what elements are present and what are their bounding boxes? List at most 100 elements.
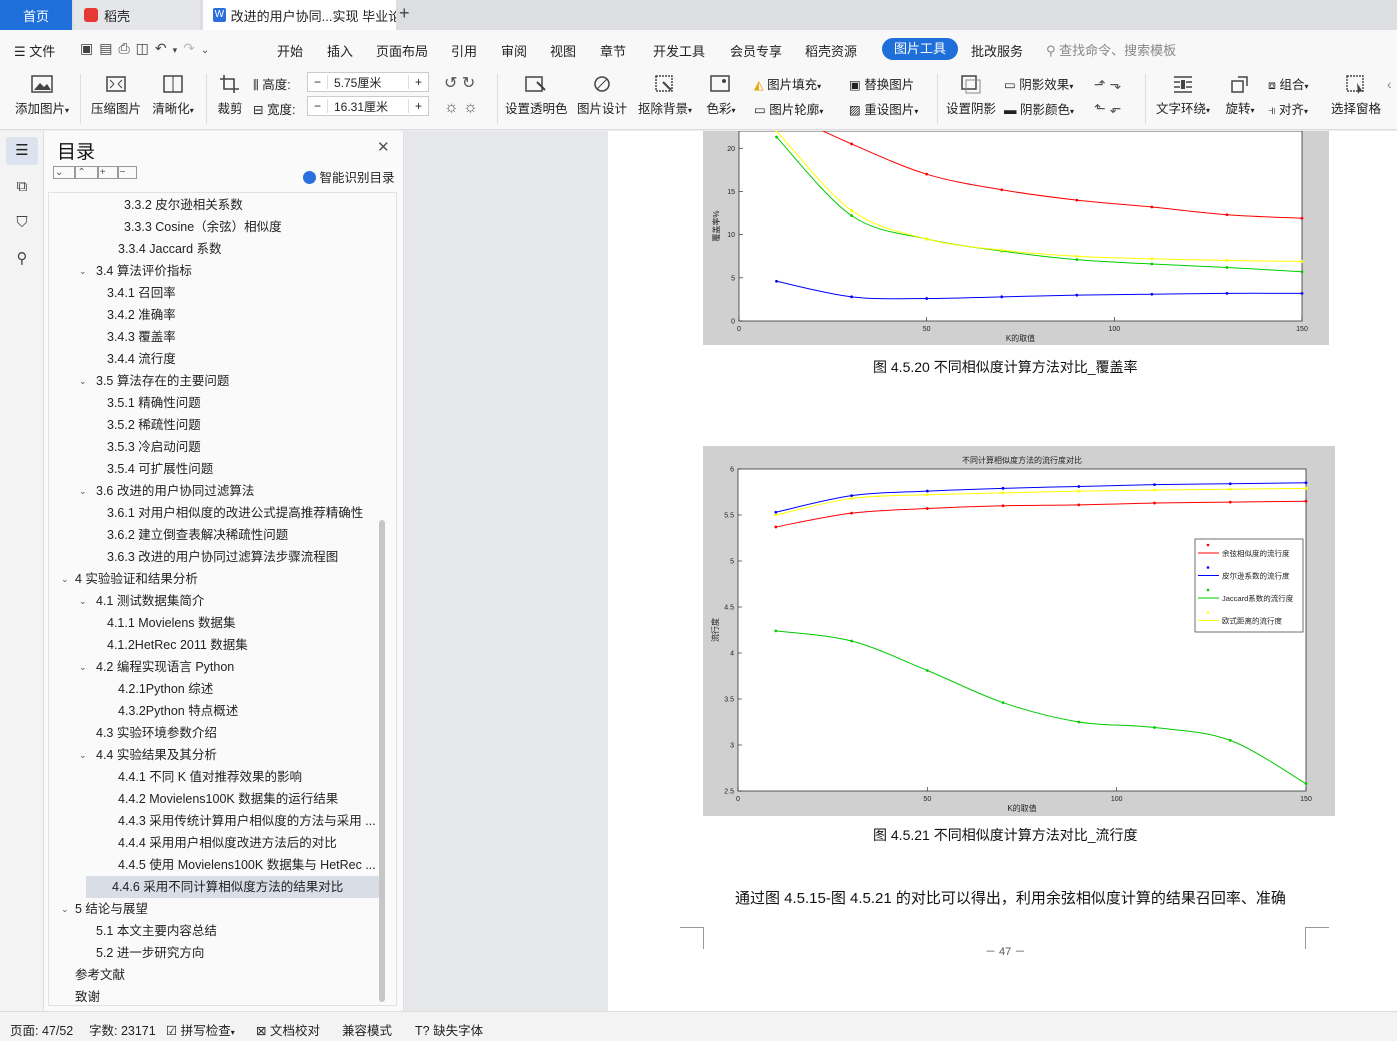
redo-icon[interactable]: ↷ — [183, 40, 201, 56]
toc-item[interactable]: ⌄ 4.2 编程实现语言 Python — [49, 656, 379, 678]
width-input[interactable]: − 16.31厘米 + — [307, 96, 429, 116]
print-preview-icon[interactable]: ◫ — [136, 40, 155, 56]
toc-item[interactable]: 3.4.3 覆盖率 — [49, 326, 379, 348]
save-icon[interactable]: ▣ — [80, 40, 99, 56]
toc-item[interactable]: 4.4.5 使用 Movielens100K 数据集与 HetRec ... — [49, 854, 379, 876]
page-indicator[interactable]: 页面: 47/52 — [10, 1020, 73, 1039]
menu-item-view[interactable]: 视图 — [550, 41, 576, 60]
toc-item[interactable]: 3.4.1 召回率 — [49, 282, 379, 304]
toc-item[interactable]: 3.3.3 Cosine（余弦）相似度 — [49, 216, 379, 238]
expand-caret-icon[interactable]: ⌄ — [79, 370, 87, 392]
menu-item-daoke-resources[interactable]: 稻壳资源 — [805, 41, 857, 60]
toc-item[interactable]: ⌄ 3.4 算法评价指标 — [49, 260, 379, 282]
shadow-color-button[interactable]: ▬ 阴影颜色▾ — [1004, 99, 1074, 118]
rotate-right-icon[interactable]: ↻ — [462, 75, 475, 92]
tab-document[interactable]: W 改进的用户协同...实现 毕业论文 — [203, 0, 396, 30]
toc-item[interactable]: ⌄ 3.5 算法存在的主要问题 — [49, 370, 379, 392]
nudge-left-icon[interactable]: ⬑ — [1094, 100, 1106, 116]
toc-item[interactable]: ⌄ 5 结论与展望 — [49, 898, 379, 920]
menu-item-chapter[interactable]: 章节 — [600, 41, 626, 60]
set-shadow-button[interactable]: 设置阴影 — [945, 74, 997, 117]
group-button[interactable]: ⧈ 组合▾ — [1268, 74, 1308, 93]
expand-caret-icon[interactable]: ⌄ — [79, 590, 87, 612]
sharpen-button[interactable]: 清晰化▾ — [150, 74, 196, 117]
toc-item[interactable]: 3.5.4 可扩展性问题 — [49, 458, 379, 480]
chapter-nav-icon[interactable]: ⧉ — [6, 173, 38, 201]
height-input[interactable]: − 5.75厘米 + — [307, 72, 429, 92]
text-wrap-button[interactable]: 文字环绕▾ — [1154, 74, 1212, 117]
height-increment-button[interactable]: + — [408, 75, 428, 89]
command-search[interactable]: ⚲ 查找命令、搜索模板 — [1046, 40, 1176, 59]
toc-item[interactable]: 4.4.2 Movielens100K 数据集的运行结果 — [49, 788, 379, 810]
undo-icon[interactable]: ↶ — [155, 40, 173, 56]
color-button[interactable]: 色彩▾ — [703, 74, 739, 117]
expand-caret-icon[interactable]: ⌄ — [79, 260, 87, 282]
toc-scrollbar[interactable] — [379, 520, 385, 1002]
ribbon-scroll-icon[interactable]: ‹ — [1387, 76, 1392, 92]
toc-item[interactable]: 4.4.3 采用传统计算用户相似度的方法与采用 ... — [49, 810, 379, 832]
missing-font-button[interactable]: T? 缺失字体 — [415, 1020, 483, 1039]
toc-item[interactable]: 4.4.6 采用不同计算相似度方法的结果对比 — [86, 876, 379, 898]
remove-heading-icon[interactable]: − — [117, 166, 138, 179]
quick-access-dropdown-icon[interactable]: ⌄ — [201, 45, 215, 56]
toc-item[interactable]: 3.6.2 建立倒查表解决稀疏性问题 — [49, 524, 379, 546]
file-menu[interactable]: ☰ 文件 — [14, 41, 55, 60]
expand-caret-icon[interactable]: ⌄ — [61, 568, 69, 590]
compress-picture-button[interactable]: 压缩图片 — [90, 74, 142, 117]
toc-item[interactable]: 4.3 实验环境参数介绍 — [49, 722, 379, 744]
toc-item[interactable]: 3.3.4 Jaccard 系数 — [49, 238, 379, 260]
shadow-effect-button[interactable]: ▭ 阴影效果▾ — [1004, 74, 1073, 93]
toc-item[interactable]: 4.1.1 Movielens 数据集 — [49, 612, 379, 634]
menu-item-picture-tools[interactable]: 图片工具 — [882, 38, 959, 60]
expand-caret-icon[interactable]: ⌄ — [79, 656, 87, 678]
toc-item[interactable]: 4.4.1 不同 K 值对推荐效果的影响 — [49, 766, 379, 788]
align-button[interactable]: ⫣ 对齐▾ — [1268, 99, 1308, 118]
expand-caret-icon[interactable]: ⌄ — [79, 480, 87, 502]
menu-item-member[interactable]: 会员专享 — [730, 41, 782, 60]
toc-item[interactable]: ⌄ 4.4 实验结果及其分析 — [49, 744, 379, 766]
toc-item[interactable]: 4.1.2HetRec 2011 数据集 — [49, 634, 379, 656]
menu-item-developer[interactable]: 开发工具 — [653, 41, 705, 60]
add-picture-button[interactable]: 添加图片▾ — [12, 74, 72, 117]
add-heading-icon[interactable]: + — [97, 166, 118, 179]
selection-pane-button[interactable]: 选择窗格 — [1330, 74, 1382, 117]
toc-view-icon[interactable]: ☰ — [6, 137, 38, 165]
toc-item[interactable]: 3.5.2 稀疏性问题 — [49, 414, 379, 436]
picture-outline-button[interactable]: ▭ 图片轮廓▾ — [754, 99, 823, 118]
toc-item[interactable]: 4.2.1Python 综述 — [49, 678, 379, 700]
nudge-right-icon[interactable]: ⬐ — [1110, 100, 1122, 116]
expand-caret-icon[interactable]: ⌄ — [79, 744, 87, 766]
brightness-up-icon[interactable]: ☼ — [444, 99, 459, 116]
nudge-down-icon[interactable]: ⬎ — [1110, 76, 1122, 92]
toc-item[interactable]: 3.5.1 精确性问题 — [49, 392, 379, 414]
rotate-button[interactable]: 旋转▾ — [1222, 74, 1258, 117]
figure-coverage[interactable]: 0 50 100 150 0 5 10 15 20 K的取值 覆盖率% — [703, 129, 1329, 345]
proofread-button[interactable]: ⊠ 文档校对 — [256, 1020, 320, 1039]
toc-item[interactable]: ⌄ 4.1 测试数据集简介 — [49, 590, 379, 612]
picture-design-button[interactable]: 图片设计 — [577, 74, 627, 117]
tab-home[interactable]: 首页 — [0, 0, 72, 30]
toc-item[interactable]: 3.6.3 改进的用户协同过滤算法步骤流程图 — [49, 546, 379, 568]
nudge-up-icon[interactable]: ⬏ — [1094, 76, 1106, 92]
toc-item[interactable]: 3.6.1 对用户相似度的改进公式提高推荐精确性 — [49, 502, 379, 524]
collapse-all-icon[interactable]: ⌄ — [53, 166, 76, 179]
undo-dropdown-icon[interactable]: ▾ — [173, 45, 184, 55]
toc-item[interactable]: 3.4.4 流行度 — [49, 348, 379, 370]
menu-item-review[interactable]: 审阅 — [501, 41, 527, 60]
find-icon[interactable]: ⚲ — [6, 245, 38, 273]
brightness-down-icon[interactable]: ☼ — [463, 99, 478, 116]
menu-item-start[interactable]: 开始 — [277, 41, 303, 60]
set-transparent-button[interactable]: 设置透明色 — [505, 74, 568, 117]
height-decrement-button[interactable]: − — [308, 75, 328, 89]
spell-check-toggle[interactable]: ☑ 拼写检查▾ — [166, 1020, 235, 1039]
picture-fill-button[interactable]: ◭ 图片填充▾ — [754, 74, 821, 93]
export-pdf-icon[interactable]: ▤ — [99, 40, 118, 56]
toc-item[interactable]: ⌄ 4 实验验证和结果分析 — [49, 568, 379, 590]
bookmark-icon[interactable]: ⛉ — [6, 209, 38, 237]
expand-icon[interactable]: ⌃ — [75, 166, 98, 179]
menu-item-references[interactable]: 引用 — [451, 41, 477, 60]
word-count[interactable]: 字数: 23171 — [89, 1020, 156, 1039]
width-decrement-button[interactable]: − — [308, 99, 328, 113]
toc-item[interactable]: 4.4.4 采用用户相似度改进方法后的对比 — [49, 832, 379, 854]
toc-item[interactable]: 致谢 — [49, 986, 379, 1005]
